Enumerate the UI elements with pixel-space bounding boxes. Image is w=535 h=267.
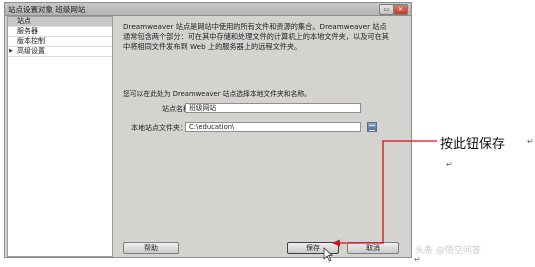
paragraph-mark: ↵ <box>446 160 453 169</box>
mouse-pointer-icon <box>323 247 333 262</box>
annotation-label: 按此钮保存 <box>440 137 506 152</box>
paragraph-mark: ↵ <box>414 255 421 264</box>
paragraph-mark: ↵ <box>527 137 534 146</box>
watermark: 头条 @悟空问答 <box>415 246 481 256</box>
arrow-head-icon <box>332 239 340 247</box>
